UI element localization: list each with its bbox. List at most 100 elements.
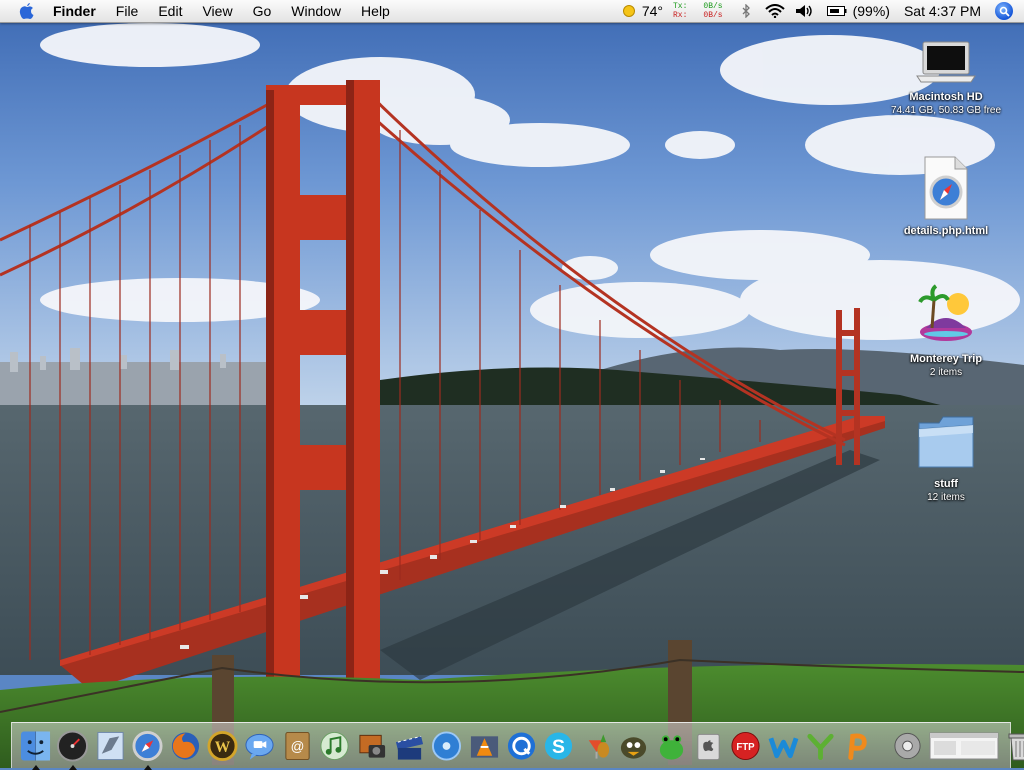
dock-idvd[interactable] bbox=[431, 729, 462, 763]
desktop-icon-stuff[interactable]: stuff 12 items bbox=[881, 411, 1011, 503]
dock-itunes[interactable] bbox=[319, 729, 350, 763]
imovie-icon bbox=[395, 735, 423, 760]
dock-quicktime[interactable] bbox=[506, 729, 537, 763]
menu-go[interactable]: Go bbox=[243, 0, 282, 22]
menu-clock[interactable]: Sat 4:37 PM bbox=[904, 3, 981, 19]
iphoto-icon bbox=[358, 734, 385, 758]
svg-text:W: W bbox=[215, 738, 231, 755]
net-rx-label: Rx: bbox=[672, 11, 688, 20]
running-indicator bbox=[143, 764, 152, 770]
ftp-icon: FTP bbox=[731, 731, 760, 760]
dock-drink[interactable] bbox=[581, 729, 612, 763]
desktop-icon-details-php-html[interactable]: details.php.html bbox=[881, 156, 1011, 237]
boot-camp-icon bbox=[697, 733, 720, 760]
dock-mail[interactable] bbox=[95, 729, 126, 763]
weather-temp: 74° bbox=[641, 3, 663, 19]
running-indicator bbox=[68, 764, 77, 770]
network-monitor[interactable]: Tx: 0B/s Rx: 0B/s bbox=[673, 2, 723, 20]
desktop-icon-label: Monterey Trip bbox=[909, 353, 983, 365]
duck-icon bbox=[621, 736, 647, 759]
menu-view[interactable]: View bbox=[192, 0, 242, 22]
quicktime-icon bbox=[508, 731, 536, 760]
dock-safari[interactable] bbox=[132, 729, 163, 770]
safari-icon bbox=[132, 730, 163, 761]
menu-bar: Finder File Edit View Go Window Help 74°… bbox=[0, 0, 1024, 23]
dock-firefox[interactable] bbox=[170, 729, 201, 763]
battery-percent: (99%) bbox=[852, 3, 890, 19]
menu-app-finder[interactable]: Finder bbox=[49, 0, 106, 22]
desktop-icon-label: details.php.html bbox=[903, 225, 989, 237]
desktop-icon-detail: 12 items bbox=[927, 492, 965, 503]
spotlight-search-icon[interactable] bbox=[995, 2, 1013, 20]
folder-icon bbox=[918, 416, 974, 468]
menu-file[interactable]: File bbox=[106, 0, 149, 22]
ichat-icon bbox=[245, 733, 274, 760]
frog-icon bbox=[659, 734, 683, 760]
dock: W @ S FTP bbox=[11, 722, 1024, 770]
bluetooth-icon[interactable] bbox=[741, 4, 751, 18]
w-app-icon bbox=[768, 736, 799, 758]
address-book-icon: @ bbox=[285, 731, 310, 760]
desktop-icon-detail: 2 items bbox=[929, 367, 963, 378]
p-app-icon bbox=[847, 733, 867, 760]
dock-minimized-window[interactable] bbox=[929, 729, 999, 763]
dock-adium[interactable] bbox=[618, 729, 649, 763]
desktop-wallpaper bbox=[0, 0, 1024, 768]
idvd-icon bbox=[432, 730, 462, 761]
dock-y-app[interactable] bbox=[805, 729, 836, 763]
sun-icon bbox=[622, 5, 635, 17]
dock-finder[interactable] bbox=[20, 729, 51, 770]
itunes-icon bbox=[320, 731, 349, 760]
skype-icon: S bbox=[545, 731, 573, 760]
desktop-icon-label: stuff bbox=[934, 478, 958, 490]
finder-icon bbox=[20, 730, 51, 761]
desktop-icon-macintosh-hd[interactable]: Macintosh HD 74.41 GB, 50.83 GB free bbox=[881, 38, 1011, 116]
weather-menu[interactable]: 74° bbox=[622, 3, 663, 19]
dock-p-app[interactable] bbox=[843, 729, 874, 763]
desktop-icon-label: Macintosh HD bbox=[909, 91, 983, 103]
dock-ichat[interactable] bbox=[244, 729, 275, 763]
trash-icon bbox=[1008, 733, 1024, 760]
warcraft-icon: W bbox=[207, 730, 238, 761]
svg-text:S: S bbox=[553, 735, 566, 757]
dock-dashboard[interactable] bbox=[57, 729, 89, 770]
hard-drive-icon bbox=[916, 41, 976, 83]
dock-boot-camp[interactable] bbox=[693, 729, 724, 763]
apple-menu-icon[interactable] bbox=[19, 2, 37, 20]
dock-vlc[interactable] bbox=[469, 729, 500, 763]
menu-edit[interactable]: Edit bbox=[148, 0, 192, 22]
dock-trash[interactable] bbox=[1006, 729, 1024, 763]
minimized-window-icon bbox=[929, 732, 999, 759]
dock-world-of-warcraft[interactable]: W bbox=[207, 729, 238, 763]
firefox-icon bbox=[171, 731, 199, 760]
desktop-icon-monterey-trip[interactable]: Monterey Trip 2 items bbox=[881, 282, 1011, 378]
y-app-icon bbox=[807, 733, 834, 760]
safari-document-icon bbox=[924, 156, 968, 220]
mail-icon bbox=[97, 731, 124, 760]
dock-system-preferences[interactable] bbox=[892, 729, 923, 763]
running-indicator bbox=[31, 764, 40, 770]
dock-w-app[interactable] bbox=[768, 729, 799, 763]
dock-frog[interactable] bbox=[656, 729, 687, 763]
volume-icon[interactable] bbox=[795, 4, 815, 18]
battery-icon bbox=[826, 6, 847, 16]
menu-extras: 74° Tx: 0B/s Rx: 0B/s (99%) Sat 4:37 PM bbox=[612, 0, 1024, 22]
gear-icon bbox=[894, 732, 921, 759]
dock-skype[interactable]: S bbox=[543, 729, 574, 763]
menu-help[interactable]: Help bbox=[351, 0, 400, 22]
island-folder-icon bbox=[918, 284, 972, 341]
dashboard-icon bbox=[57, 730, 89, 761]
drink-icon bbox=[588, 733, 609, 759]
dock-iphoto[interactable] bbox=[357, 729, 388, 763]
menu-window[interactable]: Window bbox=[281, 0, 351, 22]
dock-address-book[interactable]: @ bbox=[282, 729, 313, 763]
net-tx-value: 0B/s bbox=[703, 2, 723, 11]
battery-menu[interactable]: (99%) bbox=[826, 3, 890, 19]
wifi-icon[interactable] bbox=[764, 4, 785, 18]
dock-imovie[interactable] bbox=[394, 729, 425, 763]
net-tx-label: Tx: bbox=[672, 2, 688, 11]
dock-ftp[interactable]: FTP bbox=[730, 729, 761, 763]
svg-text:FTP: FTP bbox=[737, 741, 756, 752]
net-rx-value: 0B/s bbox=[703, 11, 723, 20]
svg-text:@: @ bbox=[290, 738, 304, 753]
